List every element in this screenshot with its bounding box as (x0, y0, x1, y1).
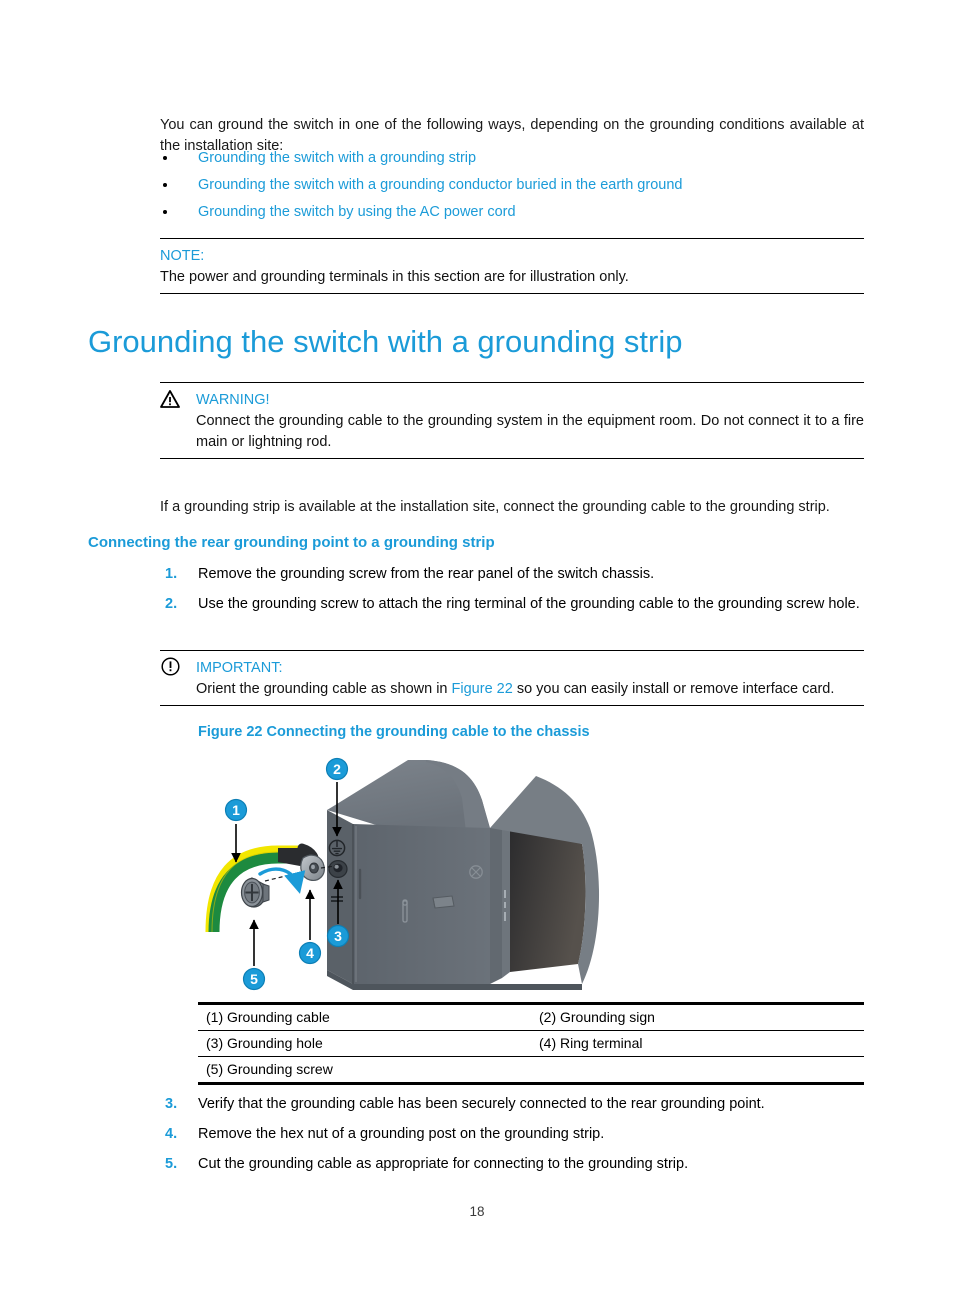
important-body: Orient the grounding cable as shown in F… (160, 679, 864, 700)
link-grounding-conductor[interactable]: Grounding the switch with a grounding co… (198, 177, 682, 193)
legend-cell (531, 1057, 864, 1084)
grounding-methods-list: Grounding the switch with a grounding st… (160, 148, 864, 229)
bullet-dot-icon (163, 183, 167, 187)
steps-list-first: 1. Remove the grounding screw from the r… (160, 564, 864, 624)
callout-number-4: 4 (306, 945, 314, 961)
section-subheading: Connecting the rear grounding point to a… (88, 534, 495, 551)
callout-number-5: 5 (250, 971, 258, 987)
figure-illustration: 1 2 3 4 5 (190, 752, 650, 1004)
table-row: (1) Grounding cable (2) Grounding sign (198, 1003, 864, 1031)
list-item: Grounding the switch with a grounding co… (160, 175, 864, 202)
link-grounding-strip[interactable]: Grounding the switch with a grounding st… (198, 150, 476, 166)
important-body-pre: Orient the grounding cable as shown in (196, 681, 452, 697)
important-title: IMPORTANT: (196, 660, 283, 676)
list-item: 5. Cut the grounding cable as appropriat… (160, 1154, 864, 1175)
bullet-dot-icon (163, 210, 167, 214)
step-number: 2. (165, 596, 178, 612)
ring-terminal-shape (300, 854, 325, 881)
steps-list-second: 3. Verify that the grounding cable has b… (160, 1094, 864, 1184)
step-number: 1. (165, 566, 178, 582)
important-body-post: so you can easily install or remove inte… (512, 681, 835, 697)
important-circle-icon (161, 657, 180, 676)
note-body: The power and grounding terminals in thi… (160, 269, 629, 285)
chassis-grounding-diagram: 1 2 3 4 5 (205, 757, 600, 991)
step-text: Verify that the grounding cable has been… (198, 1096, 765, 1112)
link-ac-power-cord[interactable]: Grounding the switch by using the AC pow… (198, 204, 516, 220)
note-box: NOTE: The power and grounding terminals … (160, 238, 864, 294)
step-number: 5. (165, 1156, 178, 1172)
table-row: (5) Grounding screw (198, 1057, 864, 1084)
legend-cell: (5) Grounding screw (206, 1061, 333, 1077)
legend-cell: (1) Grounding cable (198, 1003, 531, 1031)
figure-legend-table: (1) Grounding cable (2) Grounding sign (… (198, 1002, 864, 1085)
legend-cell: (4) Ring terminal (531, 1030, 864, 1057)
legend-cell: (3) Grounding hole (198, 1030, 531, 1057)
page-title: Grounding the switch with a grounding st… (88, 324, 683, 359)
step-number: 3. (165, 1096, 178, 1112)
page-number: 18 (469, 1204, 485, 1219)
callout-number-1: 1 (232, 802, 240, 818)
step-text: Cut the grounding cable as appropriate f… (198, 1156, 689, 1172)
warning-title: WARNING! (196, 392, 270, 408)
warning-body: Connect the grounding cable to the groun… (196, 413, 864, 450)
paragraph-after-warning: If a grounding strip is available at the… (160, 498, 830, 515)
document-page: You can ground the switch in one of the … (0, 0, 954, 1294)
list-item: 3. Verify that the grounding cable has b… (160, 1094, 864, 1115)
legend-cell: (2) Grounding sign (531, 1003, 864, 1031)
callout-number-3: 3 (334, 928, 342, 944)
callout-number-2: 2 (333, 761, 341, 777)
link-figure-22[interactable]: Figure 22 (452, 681, 513, 697)
important-box: IMPORTANT: Orient the grounding cable as… (160, 650, 864, 706)
list-item: 2. Use the grounding screw to attach the… (160, 594, 864, 615)
step-text: Remove the hex nut of a grounding post o… (198, 1126, 605, 1142)
bullet-dot-icon (163, 156, 167, 160)
list-item: Grounding the switch by using the AC pow… (160, 202, 864, 229)
step-text: Use the grounding screw to attach the ri… (198, 596, 860, 612)
step-number: 4. (165, 1126, 178, 1142)
list-item: 1. Remove the grounding screw from the r… (160, 564, 864, 585)
note-title: NOTE: (160, 248, 205, 264)
grounding-screw-shape (240, 877, 270, 908)
table-row: (3) Grounding hole (4) Ring terminal (198, 1030, 864, 1057)
warning-box: WARNING! Connect the grounding cable to … (160, 382, 864, 459)
list-item: Grounding the switch with a grounding st… (160, 148, 864, 175)
step-text: Remove the grounding screw from the rear… (198, 566, 655, 582)
figure-caption: Figure 22 Connecting the grounding cable… (198, 724, 590, 740)
list-item: 4. Remove the hex nut of a grounding pos… (160, 1124, 864, 1145)
warning-triangle-icon (160, 390, 180, 408)
